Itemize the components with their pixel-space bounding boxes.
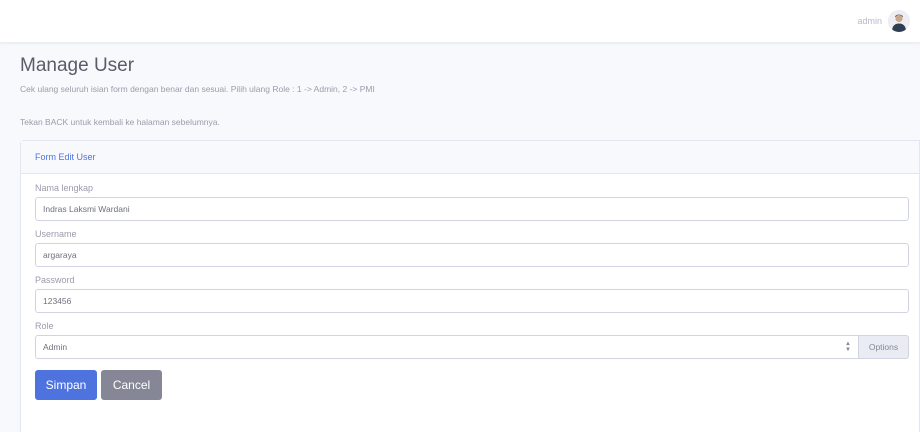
nama-input[interactable]: [35, 197, 909, 221]
password-label: Password: [35, 275, 75, 285]
cancel-button[interactable]: Cancel: [101, 370, 162, 400]
user-avatar-icon[interactable]: [888, 10, 910, 32]
topbar: admin: [0, 0, 920, 42]
username-label: Username: [35, 229, 77, 239]
role-label: Role: [35, 321, 54, 331]
edit-user-card: Form Edit User Nama lengkap Username Pas…: [20, 140, 920, 432]
password-group: Password: [35, 275, 909, 313]
options-addon: Options: [859, 335, 909, 359]
topbar-user-name[interactable]: admin: [857, 16, 882, 26]
button-row: Simpan Cancel: [35, 370, 905, 400]
page-header: Manage User Cek ulang seluruh isian form…: [20, 55, 920, 136]
page-title: Manage User: [20, 55, 135, 76]
role-select[interactable]: Admin ▲ ▼: [35, 335, 859, 359]
password-input[interactable]: [35, 289, 909, 313]
nama-label: Nama lengkap: [35, 183, 94, 193]
select-arrows-icon: ▲ ▼: [845, 341, 851, 353]
page-description: Cek ulang seluruh isian form dengan bena…: [20, 84, 375, 94]
username-group: Username: [35, 229, 909, 267]
username-input[interactable]: [35, 243, 909, 267]
role-selected-value: Admin: [43, 342, 68, 352]
nama-group: Nama lengkap: [35, 183, 909, 221]
role-group: Role Admin ▲ ▼ Options: [35, 321, 909, 359]
card-body: Nama lengkap Username Password Role Admi…: [21, 174, 919, 400]
back-instruction: Tekan BACK untuk kembali ke halaman sebe…: [20, 117, 220, 128]
card-header: Form Edit User: [21, 141, 919, 174]
role-select-group: Admin ▲ ▼ Options: [35, 335, 909, 359]
save-button[interactable]: Simpan: [35, 370, 97, 400]
card-header-title: Form Edit User: [35, 152, 96, 162]
